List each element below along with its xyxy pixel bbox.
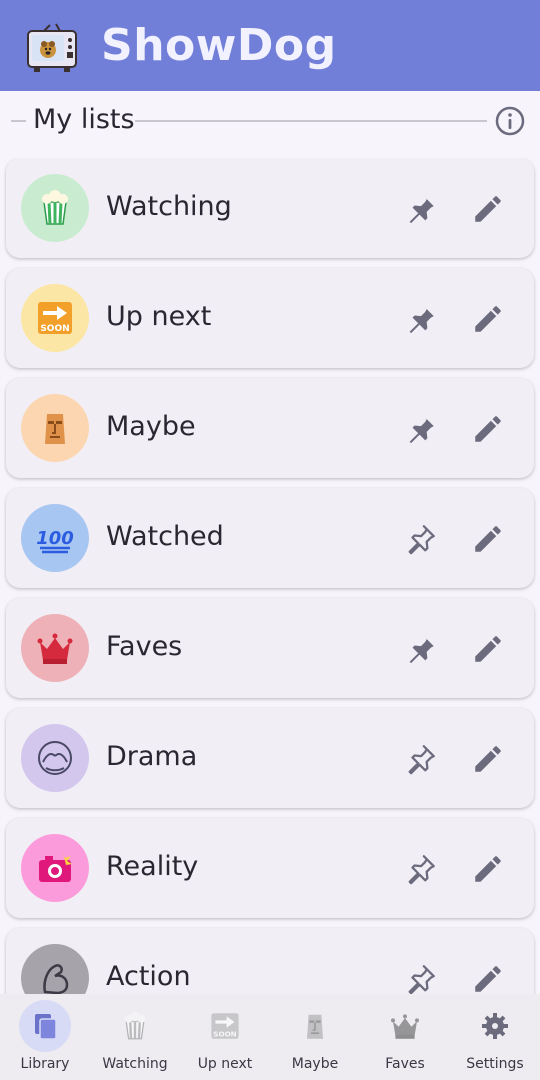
pin-outline-icon[interactable] — [404, 852, 438, 886]
list-label: Up next — [106, 301, 212, 332]
nav-icon-holder — [379, 1000, 431, 1052]
bottom-navigation: Library Watching SOON Up next Maybe Faves Sett… — [0, 994, 540, 1080]
list-avatar: SOON — [21, 284, 89, 352]
list-label: Watching — [106, 191, 232, 222]
moai-icon — [307, 1014, 323, 1039]
nav-icon-holder — [289, 1000, 341, 1052]
nav-item-maybe[interactable]: Maybe — [270, 994, 360, 1080]
nav-icon-holder — [19, 1000, 71, 1052]
nav-icon-holder: SOON — [199, 1000, 251, 1052]
crown-icon — [37, 633, 73, 664]
nav-icon-holder — [109, 1000, 161, 1052]
crown-icon — [391, 1014, 419, 1039]
nav-label: Maybe — [291, 1056, 339, 1072]
app-bar: ShowDog — [0, 0, 540, 91]
list-avatar — [21, 944, 89, 994]
divider-right — [135, 120, 487, 122]
edit-pencil-icon[interactable] — [471, 302, 505, 336]
list-label: Action — [106, 961, 191, 992]
edit-pencil-icon[interactable] — [471, 412, 505, 446]
list-label: Faves — [106, 631, 183, 662]
flexed-arm-icon — [43, 964, 69, 994]
svg-text:SOON: SOON — [40, 324, 69, 334]
popcorn-icon — [42, 190, 68, 225]
list-avatar — [21, 724, 89, 792]
nav-item-watching[interactable]: Watching — [90, 994, 180, 1080]
list-card[interactable]: Maybe — [6, 378, 534, 478]
moai-icon — [45, 414, 65, 444]
edit-pencil-icon[interactable] — [471, 522, 505, 556]
edit-pencil-icon[interactable] — [471, 632, 505, 666]
list-avatar — [21, 174, 89, 242]
list-card[interactable]: Reality — [6, 818, 534, 918]
lists-container: Watching SOON Up next Maybe 100 Watched Faves D… — [0, 158, 540, 994]
nav-label: Settings — [466, 1056, 524, 1072]
popcorn-icon — [124, 1011, 146, 1040]
pin-outline-icon[interactable] — [404, 742, 438, 776]
list-card[interactable]: Action — [6, 928, 534, 994]
shush-face-icon — [38, 741, 72, 775]
library-icon — [35, 1014, 57, 1040]
section-header: My lists — [0, 100, 540, 140]
pin-filled-icon[interactable] — [404, 412, 438, 446]
info-icon[interactable] — [494, 105, 526, 137]
tv-dog-logo-icon — [27, 23, 77, 72]
camera-flash-icon — [39, 852, 72, 882]
pin-filled-icon[interactable] — [404, 632, 438, 666]
nav-label: Library — [20, 1056, 70, 1072]
edit-pencil-icon[interactable] — [471, 962, 505, 994]
list-avatar — [21, 394, 89, 462]
nav-item-up-next[interactable]: SOON Up next — [180, 994, 270, 1080]
list-card[interactable]: 100 Watched — [6, 488, 534, 588]
soon-arrow-icon: SOON — [211, 1013, 239, 1039]
list-avatar — [21, 614, 89, 682]
list-label: Reality — [106, 851, 199, 882]
nav-label: Up next — [197, 1056, 253, 1072]
list-card[interactable]: Watching — [6, 158, 534, 258]
list-label: Drama — [106, 741, 198, 772]
svg-text:100: 100 — [36, 528, 74, 549]
pin-filled-icon[interactable] — [404, 192, 438, 226]
nav-label: Faves — [385, 1056, 425, 1072]
list-label: Watched — [106, 521, 224, 552]
nav-item-library[interactable]: Library — [0, 994, 90, 1080]
nav-item-settings[interactable]: Settings — [450, 994, 540, 1080]
soon-arrow-icon: SOON — [38, 302, 72, 334]
edit-pencil-icon[interactable] — [471, 742, 505, 776]
pin-outline-icon[interactable] — [404, 962, 438, 994]
list-avatar — [21, 834, 89, 902]
list-card[interactable]: Faves — [6, 598, 534, 698]
edit-pencil-icon[interactable] — [471, 192, 505, 226]
nav-icon-holder — [469, 1000, 521, 1052]
divider-left — [11, 120, 26, 122]
nav-item-faves[interactable]: Faves — [360, 994, 450, 1080]
section-title: My lists — [33, 104, 135, 135]
list-card[interactable]: Drama — [6, 708, 534, 808]
pin-filled-icon[interactable] — [404, 302, 438, 336]
app-title: ShowDog — [101, 20, 337, 71]
gear-icon — [482, 1013, 508, 1039]
edit-pencil-icon[interactable] — [471, 852, 505, 886]
list-avatar: 100 — [21, 504, 89, 572]
nav-label: Watching — [102, 1056, 168, 1072]
list-label: Maybe — [106, 411, 196, 442]
pin-outline-icon[interactable] — [404, 522, 438, 556]
list-card[interactable]: SOON Up next — [6, 268, 534, 368]
svg-text:SOON: SOON — [213, 1029, 236, 1038]
hundred-points-icon: 100 — [36, 528, 74, 554]
